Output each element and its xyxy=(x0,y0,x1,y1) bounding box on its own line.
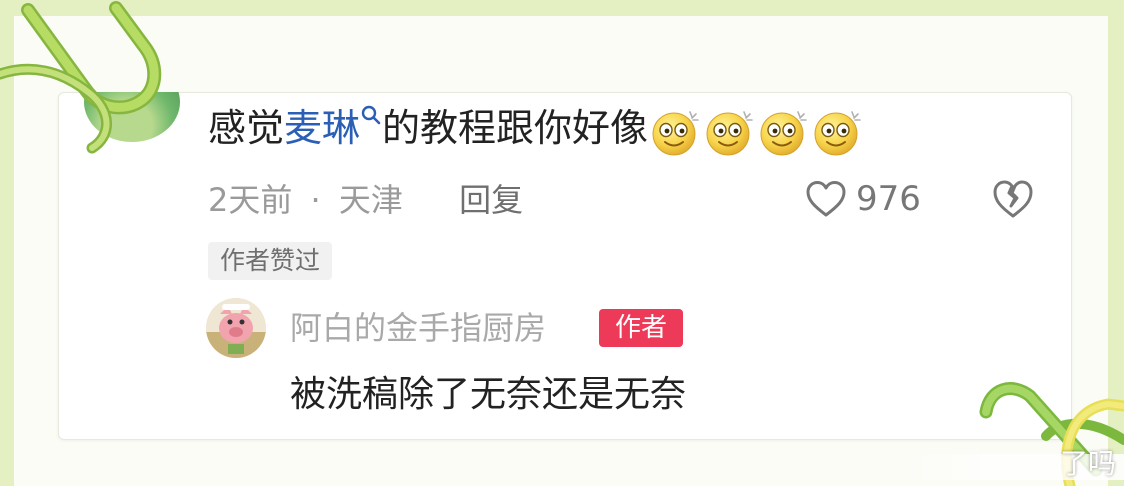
reply-avatar[interactable] xyxy=(206,298,266,358)
comment-text: 感觉麦琳 的教程跟你好像 xyxy=(208,102,866,158)
pig-avatar-icon xyxy=(206,298,266,358)
smile-emoji xyxy=(814,110,861,156)
comment-text-start: 感觉 xyxy=(208,106,285,150)
comment-meta: 2天前 · 天津 回复 xyxy=(208,178,523,222)
heart-icon[interactable] xyxy=(804,179,848,219)
comment-location: 天津 xyxy=(338,181,403,219)
dislike-icon[interactable] xyxy=(990,178,1036,220)
search-link-text[interactable]: 麦琳 xyxy=(284,106,360,150)
watermark-text: 了吗 xyxy=(1060,447,1117,480)
smile-emoji xyxy=(652,110,699,156)
comment-text-end: 的教程跟你好像 xyxy=(382,106,649,150)
reply-username[interactable]: 阿白的金手指厨房 xyxy=(290,305,546,351)
reply-text: 被洗稿除了无奈还是无奈 xyxy=(290,374,687,415)
smile-emoji xyxy=(706,110,753,156)
search-link[interactable]: 麦琳 xyxy=(284,104,382,150)
smile-emoji xyxy=(760,110,807,156)
like-button[interactable]: 976 xyxy=(804,177,921,221)
emoji-group xyxy=(650,103,866,158)
reply-button[interactable]: 回复 xyxy=(459,181,523,219)
like-count: 976 xyxy=(856,179,921,219)
author-liked-badge: 作者赞过 xyxy=(208,242,333,280)
comment-time: 2天前 xyxy=(208,181,293,219)
dislike-button[interactable] xyxy=(990,178,1036,224)
meta-separator: · xyxy=(310,181,321,219)
search-icon[interactable] xyxy=(360,104,382,128)
author-tag: 作者 xyxy=(599,309,683,347)
